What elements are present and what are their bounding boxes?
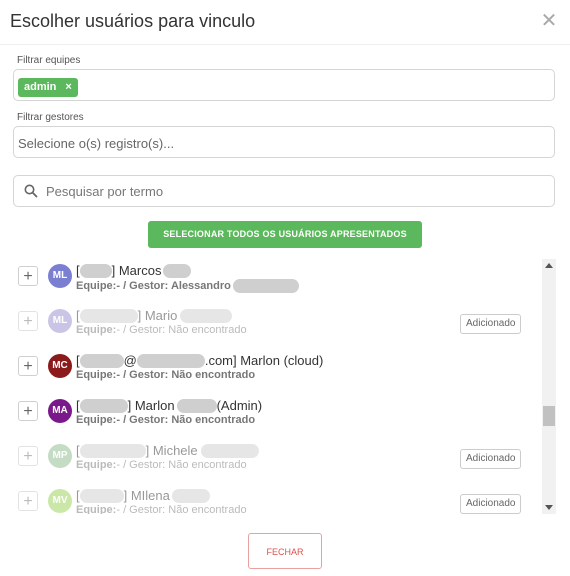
- redacted-text: [180, 308, 233, 323]
- added-badge: Adicionado: [460, 314, 522, 334]
- avatar: MA: [48, 399, 72, 423]
- add-user-button[interactable]: +: [18, 266, 38, 286]
- close-button[interactable]: FECHAR: [248, 533, 322, 569]
- redacted-text: [163, 263, 192, 278]
- added-badge: Adicionado: [460, 449, 522, 469]
- scroll-down-icon[interactable]: [545, 505, 553, 510]
- redacted-text: [79, 488, 124, 503]
- team-label: Equipe:: [76, 459, 117, 471]
- select-all-button[interactable]: SELECIONAR TODOS OS USUÁRIOS APRESENTADO…: [148, 221, 422, 248]
- avatar: MC: [48, 354, 72, 378]
- manager-info: - / Gestor: Não encontrado: [116, 414, 256, 426]
- scroll-up-icon[interactable]: [545, 263, 553, 268]
- add-user-button[interactable]: +: [18, 356, 38, 376]
- user-subtitle: Equipe: - / Gestor: Não encontrado: [76, 504, 247, 514]
- add-user-button[interactable]: +: [18, 491, 38, 511]
- user-row: + ML [] Mario Equipe: - / Gestor: Não en…: [13, 305, 538, 349]
- user-name-part: @: [123, 353, 137, 368]
- managers-placeholder: Selecione o(s) registro(s)...: [18, 136, 175, 151]
- add-user-button[interactable]: +: [18, 311, 38, 331]
- user-subtitle: Equipe: - / Gestor: Não encontrado: [76, 459, 247, 471]
- user-row: + MC [@ .com] Marlon (cloud) Equipe: - / …: [13, 350, 538, 394]
- manager-info: - / Gestor: Não encontrado: [116, 369, 256, 381]
- avatar: MP: [48, 444, 72, 468]
- modal-title: Escolher usuários para vinculo: [10, 11, 256, 31]
- list-scrollbar[interactable]: [542, 259, 556, 514]
- redacted-text: [176, 398, 217, 413]
- user-name: [@ .com] Marlon (cloud): [76, 353, 323, 368]
- redacted-text: [136, 353, 205, 368]
- avatar: ML: [48, 264, 72, 288]
- redacted-text: [79, 398, 128, 413]
- team-chip-admin: admin ×: [18, 78, 78, 97]
- user-name: [] Marlon (Admin): [76, 398, 262, 413]
- add-user-button[interactable]: +: [18, 401, 38, 421]
- redacted-text: [171, 488, 210, 503]
- user-list: + ML [] Marcos Equipe: - / Gestor: Aless…: [13, 258, 557, 514]
- team-label: Equipe:: [76, 504, 117, 514]
- user-name-part: (Admin): [216, 398, 263, 413]
- user-name-part: ] Marcos: [111, 263, 162, 278]
- managers-filter-label: Filtrar gestores: [17, 112, 84, 123]
- team-chip-label: admin: [24, 81, 57, 93]
- user-row: + MP [] Michele Equipe: - / Gestor: Não …: [13, 440, 538, 484]
- user-name: [] Marcos: [76, 263, 192, 278]
- search-icon: [24, 184, 38, 198]
- user-name: [] Michele: [76, 443, 259, 458]
- team-label: Equipe:: [76, 324, 117, 336]
- user-name-part: ] Marlon: [127, 398, 175, 413]
- user-subtitle: Equipe: - / Gestor: Alessandro: [76, 279, 299, 293]
- search-input[interactable]: Pesquisar por termo: [13, 175, 555, 207]
- add-user-button[interactable]: +: [18, 446, 38, 466]
- team-label: Equipe:: [76, 369, 117, 381]
- chip-remove-icon[interactable]: ×: [65, 78, 71, 97]
- manager-info: - / Gestor: Alessandro: [116, 280, 231, 292]
- teams-filter-field[interactable]: admin ×: [13, 69, 555, 101]
- team-label: Equipe:: [76, 414, 117, 426]
- added-badge: Adicionado: [460, 494, 522, 514]
- user-name-part: .com] Marlon (cloud): [204, 353, 324, 368]
- redacted-text: [79, 263, 112, 278]
- user-row: + MA [] Marlon (Admin) Equipe: - / Gestor…: [13, 395, 538, 439]
- user-name-part: ] Michele: [145, 443, 198, 458]
- manager-info: - / Gestor: Não encontrado: [116, 324, 247, 336]
- avatar: MV: [48, 489, 72, 513]
- close-icon[interactable]: ✕: [540, 11, 558, 31]
- redacted-text: [79, 443, 146, 458]
- user-subtitle: Equipe: - / Gestor: Não encontrado: [76, 369, 255, 381]
- user-row: + ML [] Marcos Equipe: - / Gestor: Aless…: [13, 260, 538, 304]
- redacted-text: [79, 353, 124, 368]
- user-row: + MV [] MIlena Equipe: - / Gestor: Não e…: [13, 485, 538, 514]
- user-name: [] Mario: [76, 308, 233, 323]
- redacted-text: [79, 308, 138, 323]
- manager-info: - / Gestor: Não encontrado: [116, 504, 247, 514]
- managers-filter-field[interactable]: Selecione o(s) registro(s)...: [13, 126, 555, 158]
- search-placeholder: Pesquisar por termo: [46, 184, 164, 199]
- user-name-part: ] MIlena: [123, 488, 170, 503]
- team-label: Equipe:: [76, 280, 117, 292]
- user-name-part: ] Mario: [137, 308, 178, 323]
- user-name: [] MIlena: [76, 488, 210, 503]
- manager-info: - / Gestor: Não encontrado: [116, 459, 247, 471]
- modal-header: Escolher usuários para vinculo ✕: [0, 0, 570, 45]
- redacted-text: [200, 443, 259, 458]
- redacted-text: [232, 279, 299, 293]
- user-subtitle: Equipe: - / Gestor: Não encontrado: [76, 414, 255, 426]
- user-subtitle: Equipe: - / Gestor: Não encontrado: [76, 324, 247, 336]
- teams-filter-label: Filtrar equipes: [17, 55, 81, 66]
- avatar: ML: [48, 309, 72, 333]
- scroll-thumb[interactable]: [543, 406, 555, 426]
